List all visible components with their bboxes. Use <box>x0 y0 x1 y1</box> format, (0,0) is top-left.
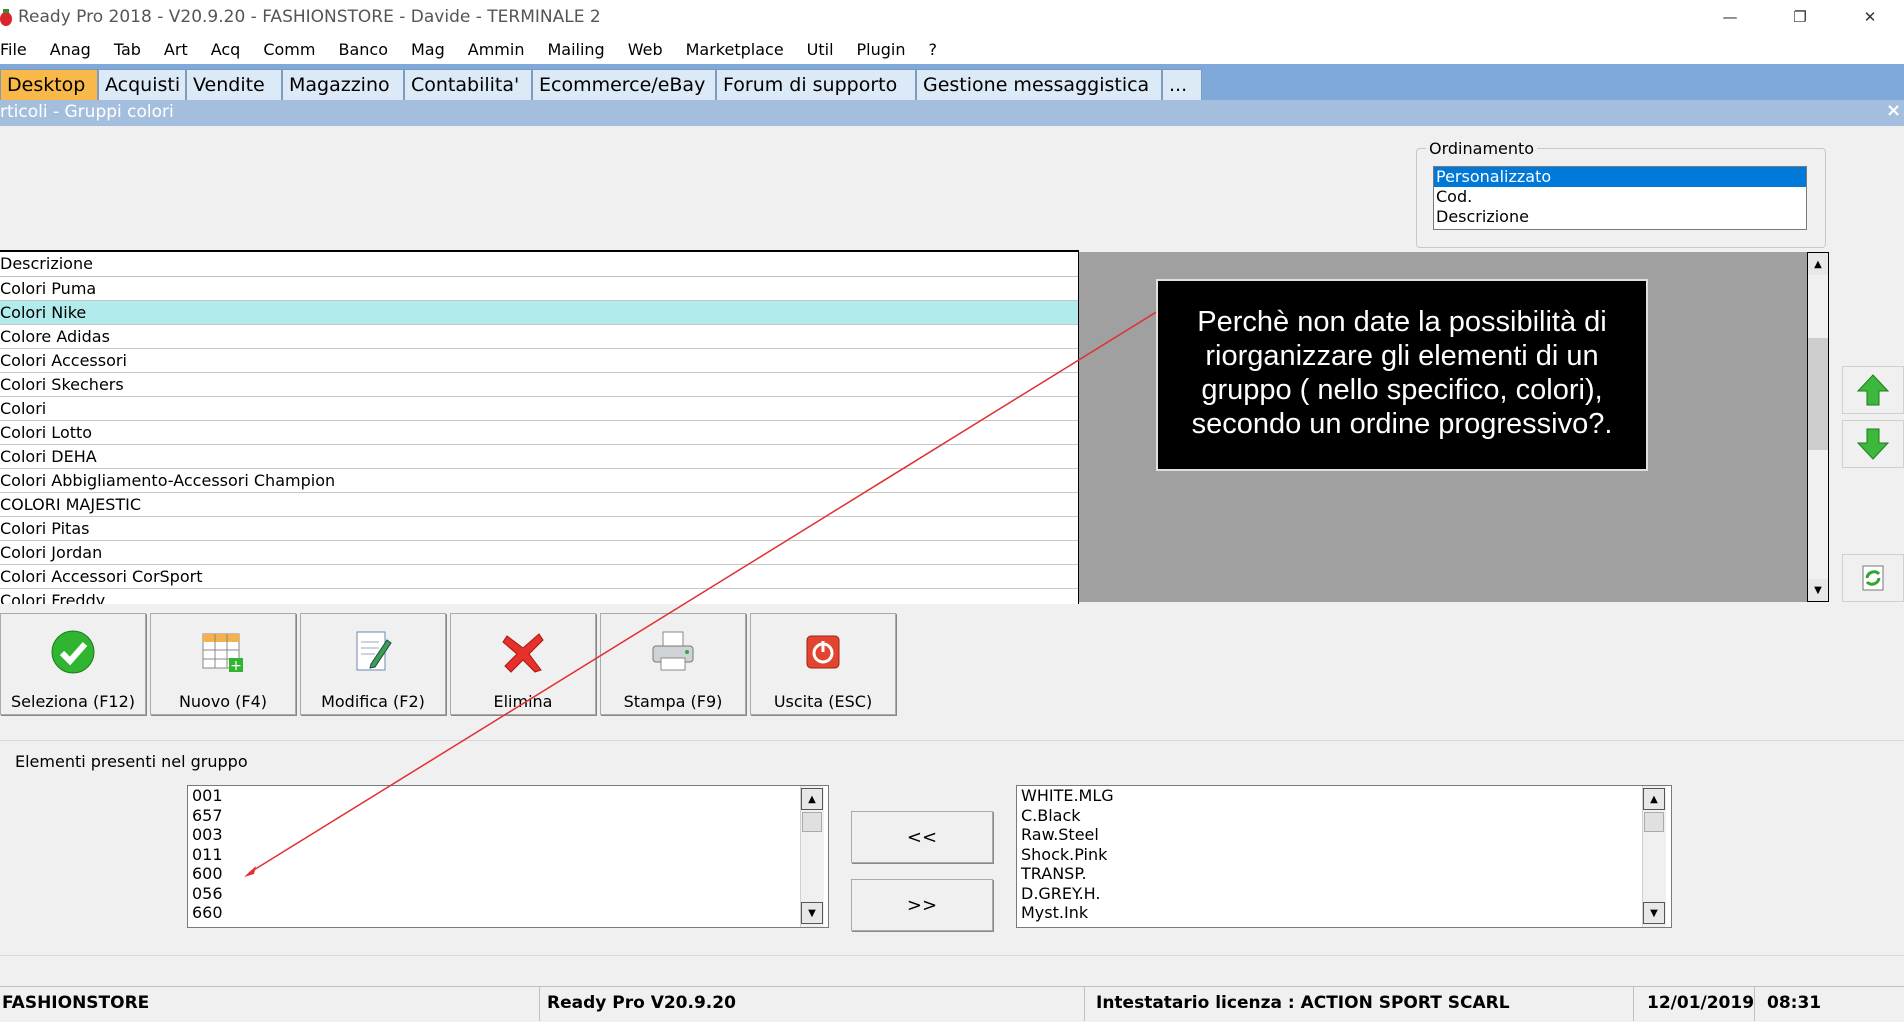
annotation-callout: Perchè non date la possibilità di riorga… <box>1156 279 1648 471</box>
status-license: Intestatario licenza : ACTION SPORT SCAR… <box>1094 986 1634 1021</box>
status-company: FASHIONSTORE <box>0 986 540 1021</box>
status-version: Ready Pro V20.9.20 <box>545 986 1085 1021</box>
annotation-arrow <box>244 310 1159 877</box>
status-date: 12/01/2019 <box>1645 986 1755 1021</box>
status-time: 08:31 <box>1767 993 1822 1013</box>
